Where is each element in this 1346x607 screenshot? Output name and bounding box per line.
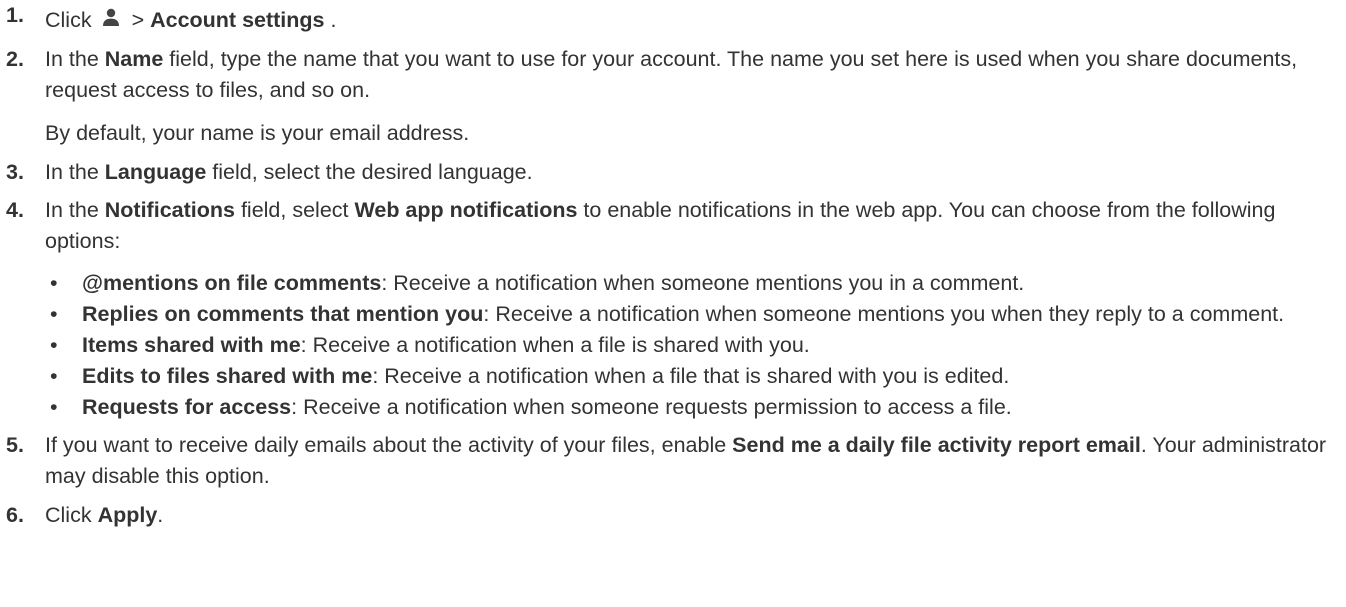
language-field-label: Language: [104, 160, 207, 184]
step-text: Click Apply.: [45, 500, 1346, 531]
steps-list: 1. Click > Account settings . 2. In the …: [0, 0, 1346, 531]
step-number: 6.: [6, 503, 24, 527]
step-number: 5.: [6, 433, 24, 457]
text-segment: If you want to receive daily emails abou…: [45, 433, 733, 457]
text-segment: In the: [45, 160, 105, 184]
account-settings-label: Account settings: [150, 8, 325, 32]
step-note: By default, your name is your email addr…: [45, 121, 470, 145]
name-field-label: Name: [104, 47, 164, 71]
list-item: • Requests for access: Receive a notific…: [45, 392, 1346, 423]
daily-report-option-label: Send me a daily file activity report ema…: [732, 433, 1141, 457]
step-text: If you want to receive daily emails abou…: [45, 430, 1346, 492]
text-segment: field, select: [234, 198, 355, 222]
text-segment: .: [157, 503, 164, 527]
notification-options-list: • @mentions on file comments: Receive a …: [45, 268, 1346, 423]
option-title: Items shared with me: [82, 333, 301, 357]
option-title: Requests for access: [82, 395, 292, 419]
text-segment: Click: [45, 503, 98, 527]
step-3: 3. In the Language field, select the des…: [0, 157, 1346, 188]
step-4: 4. In the Notifications field, select We…: [0, 195, 1346, 423]
notifications-field-label: Notifications: [104, 198, 235, 222]
step-text: Click > Account settings .: [45, 5, 1346, 36]
web-app-notifications-label: Web app notifications: [354, 198, 578, 222]
list-item: • Edits to files shared with me: Receive…: [45, 361, 1346, 392]
option-description: : Receive a notification when someone me…: [483, 302, 1285, 326]
text-segment: In the: [45, 47, 105, 71]
text-segment: Click: [45, 8, 92, 32]
step-6: 6. Click Apply.: [0, 500, 1346, 531]
option-title: Replies on comments that mention you: [82, 302, 484, 326]
step-1: 1. Click > Account settings .: [0, 3, 1346, 36]
option-description: : Receive a notification when a file tha…: [372, 364, 1010, 388]
bullet-glyph: •: [50, 302, 58, 326]
step-text: In the Language field, select the desire…: [45, 157, 1346, 188]
instructions-page: 1. Click > Account settings . 2. In the …: [0, 0, 1346, 607]
bullet-glyph: •: [50, 364, 58, 388]
step-number: 2.: [6, 47, 24, 71]
step-text: In the Notifications field, select Web a…: [45, 195, 1346, 257]
list-item: • Items shared with me: Receive a notifi…: [45, 330, 1346, 361]
step-5: 5. If you want to receive daily emails a…: [0, 430, 1346, 492]
step-number: 1.: [6, 3, 24, 27]
text-segment: field, type the name that you want to us…: [45, 47, 1298, 102]
list-item: • Replies on comments that mention you: …: [45, 299, 1346, 330]
option-title: Edits to files shared with me: [82, 364, 373, 388]
text-segment: >: [131, 8, 151, 32]
bullet-glyph: •: [50, 333, 58, 357]
person-icon: [102, 8, 120, 28]
text-segment: In the: [45, 198, 105, 222]
bullet-glyph: •: [50, 271, 58, 295]
step-text: In the Name field, type the name that yo…: [45, 44, 1346, 106]
list-item: • @mentions on file comments: Receive a …: [45, 268, 1346, 299]
step-2: 2. In the Name field, type the name that…: [0, 44, 1346, 149]
apply-label: Apply: [97, 503, 158, 527]
option-description: : Receive a notification when someone re…: [291, 395, 1012, 419]
option-description: : Receive a notification when someone me…: [381, 271, 1025, 295]
text-segment: field, select the desired language.: [206, 160, 533, 184]
option-title: @mentions on file comments: [82, 271, 382, 295]
text-segment: .: [330, 8, 337, 32]
step-number: 4.: [6, 198, 24, 222]
step-number: 3.: [6, 160, 24, 184]
bullet-glyph: •: [50, 395, 58, 419]
option-description: : Receive a notification when a file is …: [300, 333, 810, 357]
